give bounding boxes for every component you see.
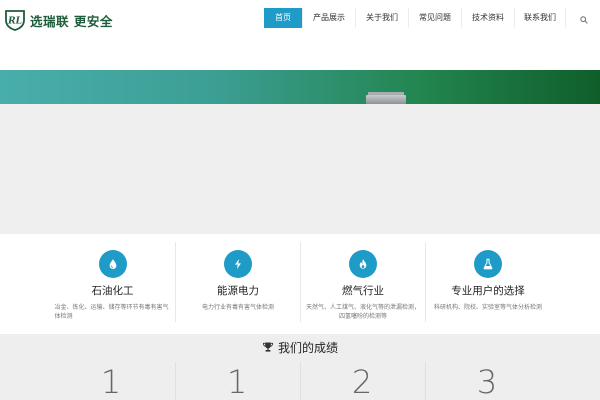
feature-description: 冶金、炼化、运输、储存等环节有毒有害气体检测 bbox=[54, 304, 169, 320]
logo-mark: RL bbox=[7, 17, 22, 27]
search-icon bbox=[580, 9, 588, 28]
site-logo[interactable]: RL 选瑞联 更安全 bbox=[4, 9, 113, 31]
flame-icon bbox=[349, 250, 377, 278]
nav-divider bbox=[565, 8, 566, 28]
site-header: RL 选瑞联 更安全 首页 产品展示 关于我们 常见问题 技术资料 联系我们 bbox=[0, 0, 600, 40]
feature-title: 燃气行业 bbox=[342, 285, 384, 297]
trophy-icon bbox=[262, 338, 274, 357]
main-nav: 首页 产品展示 关于我们 常见问题 技术资料 联系我们 bbox=[264, 8, 566, 28]
feature-card: 燃气行业 天然气、人工煤气、液化气等的泄漏检测，四氢噻吩的检测等 bbox=[300, 242, 425, 322]
lightning-icon bbox=[224, 250, 252, 278]
nav-item-about[interactable]: 关于我们 bbox=[356, 8, 408, 28]
stat-item: 1 bbox=[175, 362, 300, 400]
hero-gray-band bbox=[0, 104, 600, 234]
hero-banner bbox=[0, 70, 600, 104]
stats-row: 1 1 2 3 bbox=[50, 362, 550, 400]
nav-item-faq[interactable]: 常见问题 bbox=[409, 8, 461, 28]
achievements-title: 我们的成绩 bbox=[277, 341, 338, 355]
nav-item-products[interactable]: 产品展示 bbox=[303, 8, 355, 28]
hero-device-image bbox=[366, 92, 406, 104]
stat-number: 1 bbox=[100, 363, 122, 400]
stat-item: 1 bbox=[50, 362, 175, 400]
nav-item-contact[interactable]: 联系我们 bbox=[515, 8, 565, 28]
feature-list: 石油化工 冶金、炼化、运输、储存等环节有毒有害气体检测 能源电力 电力行业有毒有… bbox=[50, 242, 550, 322]
feature-title: 石油化工 bbox=[91, 285, 134, 297]
achievements-heading: 我们的成绩 bbox=[0, 338, 600, 357]
feature-description: 科研机构、院校、实验室等气体分析检测 bbox=[433, 304, 542, 311]
stat-item: 2 bbox=[300, 362, 425, 400]
feature-card: 专业用户的选择 科研机构、院校、实验室等气体分析检测 bbox=[425, 242, 550, 322]
search-button[interactable] bbox=[574, 8, 594, 28]
brand-name: 选瑞联 更安全 bbox=[30, 13, 113, 29]
shield-logo-icon: RL bbox=[4, 9, 26, 31]
stat-number: 1 bbox=[226, 363, 248, 400]
water-drop-icon bbox=[98, 250, 127, 278]
flask-icon bbox=[474, 250, 502, 278]
stat-item: 3 bbox=[425, 362, 550, 400]
nav-item-home[interactable]: 首页 bbox=[264, 8, 302, 28]
nav-item-tech-docs[interactable]: 技术资料 bbox=[462, 8, 514, 28]
feature-description: 电力行业有毒有害气体检测 bbox=[201, 304, 274, 311]
feature-card: 能源电力 电力行业有毒有害气体检测 bbox=[175, 242, 300, 322]
feature-title: 专业用户的选择 bbox=[451, 285, 525, 297]
feature-title: 能源电力 bbox=[217, 285, 259, 297]
feature-description: 天然气、人工煤气、液化气等的泄漏检测，四氢噻吩的检测等 bbox=[305, 304, 420, 320]
stat-number: 2 bbox=[351, 363, 373, 400]
feature-card: 石油化工 冶金、炼化、运输、储存等环节有毒有害气体检测 bbox=[50, 242, 175, 322]
stat-number: 3 bbox=[476, 363, 498, 400]
